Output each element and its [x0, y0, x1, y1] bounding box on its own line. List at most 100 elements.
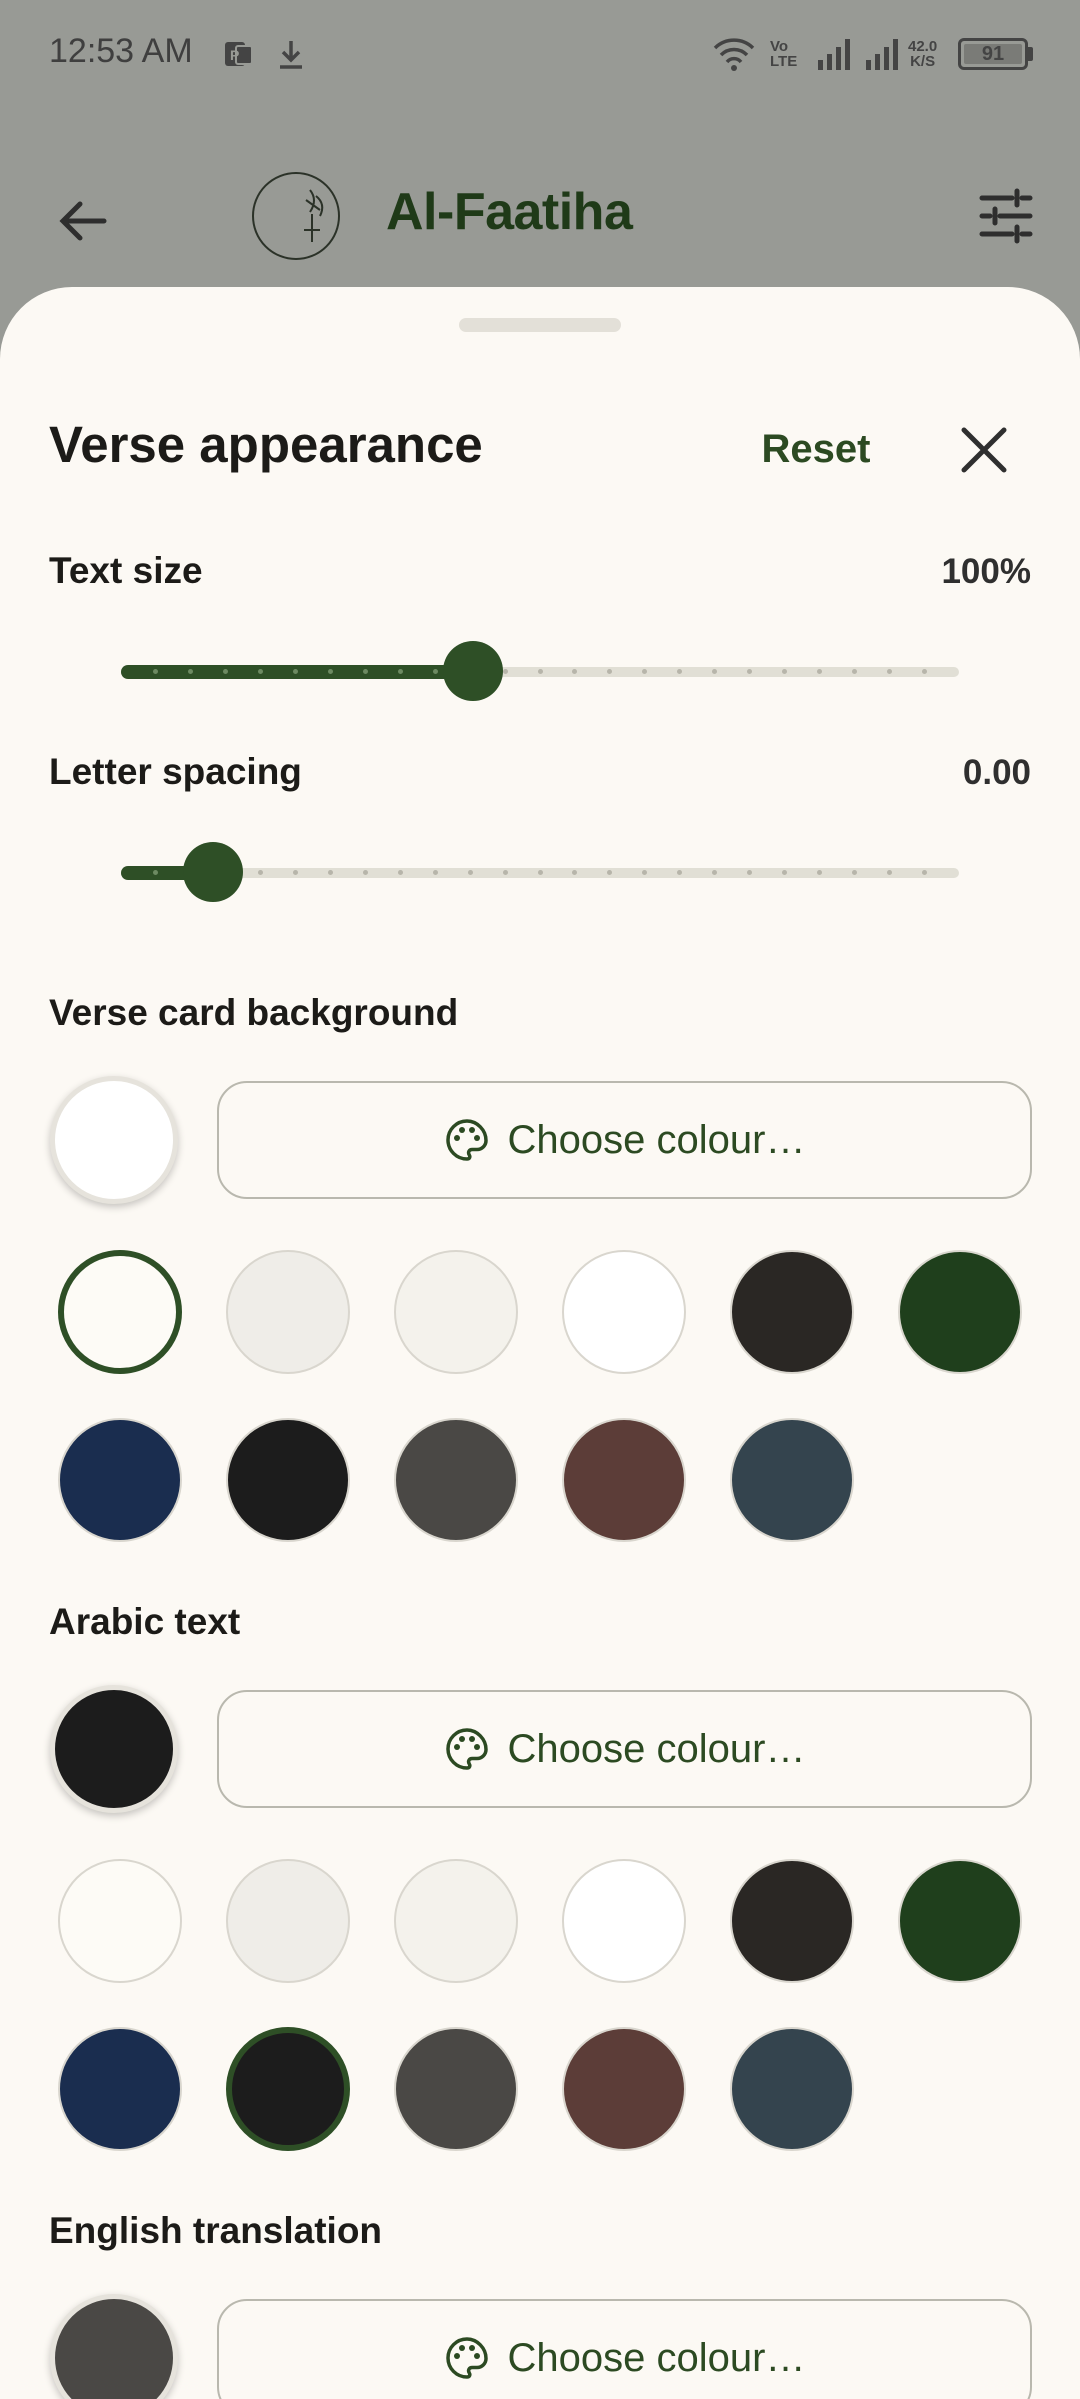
close-button[interactable] [956, 422, 1012, 478]
colour-swatch[interactable] [226, 1418, 350, 1542]
section-label: English translation [49, 2210, 383, 2251]
colour-swatch[interactable] [58, 1859, 182, 1983]
palette-icon [445, 1119, 488, 1161]
slider-tick [153, 669, 159, 674]
slider-tick [572, 669, 578, 674]
current-colour-preview[interactable] [50, 2294, 178, 2399]
letter-spacing-value: 0.00 [962, 753, 1031, 792]
sheet-title: Verse appearance [49, 416, 483, 473]
notification-app-icon: P [222, 34, 256, 74]
choose-colour-label: Choose colour… [507, 2335, 806, 2380]
palette-icon [445, 1728, 488, 1770]
slider-tick [362, 669, 368, 674]
english-translation-section: English translation Choose colour… [0, 2205, 1080, 2399]
slider-tick [432, 870, 438, 875]
letter-spacing-slider[interactable] [121, 842, 959, 902]
colour-swatch[interactable] [898, 1250, 1022, 1374]
slider-tick [642, 870, 648, 875]
colour-swatch[interactable] [898, 1859, 1022, 1983]
slider-tick [537, 870, 543, 875]
slider-tick [188, 669, 194, 674]
slider-tick [851, 669, 857, 674]
text-size-label: Text size [49, 550, 203, 591]
slider-tick [223, 669, 229, 674]
slider-tick [328, 669, 333, 674]
arrow-back-icon [59, 201, 107, 241]
section-label: Arabic text [49, 1601, 241, 1642]
slider-tick [816, 669, 822, 674]
choose-colour-button[interactable]: Choose colour… [217, 2299, 1032, 2399]
network-speed: 42.0 K/S [908, 38, 938, 70]
slider-tick [397, 870, 403, 875]
slider-tick [851, 870, 857, 875]
slider-tick [747, 669, 752, 674]
slider-tick [258, 870, 264, 875]
slider-tick [781, 870, 787, 875]
slider-tick [886, 870, 892, 875]
verse-appearance-sheet: Verse appearance Reset Text size 100% Le… [0, 287, 1080, 2399]
wifi-icon [712, 34, 756, 74]
colour-swatch[interactable] [58, 2027, 182, 2151]
arabic-text-section: Arabic text Choose colour… [0, 1596, 1080, 2151]
current-colour-preview[interactable] [50, 1685, 178, 1813]
colour-swatch[interactable] [58, 1418, 182, 1542]
slider-tick [153, 870, 159, 875]
colour-swatch[interactable] [730, 1418, 854, 1542]
slider-tick [607, 870, 613, 875]
slider-tick [432, 669, 438, 674]
status-time: 12:53 AM [49, 32, 193, 70]
text-size-slider[interactable] [121, 641, 959, 701]
colour-swatch[interactable] [226, 1250, 350, 1374]
drag-handle[interactable] [459, 318, 621, 332]
back-button[interactable] [52, 190, 114, 252]
slider-tick [921, 870, 927, 875]
slider-thumb[interactable] [183, 842, 244, 902]
colour-swatch[interactable] [730, 2027, 854, 2151]
colour-swatch[interactable] [562, 1418, 686, 1542]
colour-swatch[interactable] [394, 1250, 518, 1374]
slider-ticks [121, 870, 959, 876]
choose-colour-label: Choose colour… [507, 1726, 806, 1771]
slider-tick [258, 669, 264, 674]
choose-colour-label: Choose colour… [507, 1117, 806, 1162]
colour-swatch[interactable] [562, 1859, 686, 1983]
colour-swatch[interactable] [562, 2027, 686, 2151]
app-title: Al-Faatiha [386, 183, 633, 241]
colour-swatch[interactable] [226, 2027, 350, 2151]
palette-icon [445, 2337, 488, 2379]
letter-spacing-label: Letter spacing [49, 751, 302, 792]
reset-button[interactable]: Reset [738, 417, 894, 481]
app-bar: Al-Faatiha [0, 110, 1080, 290]
colour-swatch[interactable] [58, 1250, 182, 1374]
slider-tick [677, 870, 683, 875]
colour-swatch[interactable] [730, 1859, 854, 1983]
slider-tick [886, 669, 892, 674]
close-icon [961, 427, 1007, 473]
slider-tick [747, 870, 752, 875]
colour-swatch[interactable] [394, 2027, 518, 2151]
verse-card-background-section: Verse card background Choose colour… [0, 987, 1080, 1542]
slider-tick [537, 669, 543, 674]
choose-colour-button[interactable]: Choose colour… [217, 1690, 1032, 1808]
slider-ticks [121, 669, 959, 675]
slider-tick [642, 669, 648, 674]
slider-tick [921, 669, 927, 674]
colour-swatch[interactable] [394, 1859, 518, 1983]
svg-text:P: P [230, 47, 239, 63]
colour-swatch[interactable] [394, 1418, 518, 1542]
tune-icon [979, 188, 1033, 244]
slider-tick [677, 669, 683, 674]
slider-tick [328, 870, 333, 875]
choose-colour-button[interactable]: Choose colour… [217, 1081, 1032, 1199]
colour-swatch[interactable] [562, 1250, 686, 1374]
text-size-value: 100% [941, 552, 1031, 591]
colour-swatch[interactable] [730, 1250, 854, 1374]
signal-icon-sim1 [816, 34, 852, 74]
slider-tick [712, 870, 718, 875]
current-colour-preview[interactable] [50, 1076, 178, 1204]
tune-button[interactable] [976, 186, 1036, 246]
slider-tick [467, 870, 473, 875]
colour-swatch[interactable] [226, 1859, 350, 1983]
slider-thumb[interactable] [442, 641, 503, 701]
slider-tick [502, 870, 508, 875]
